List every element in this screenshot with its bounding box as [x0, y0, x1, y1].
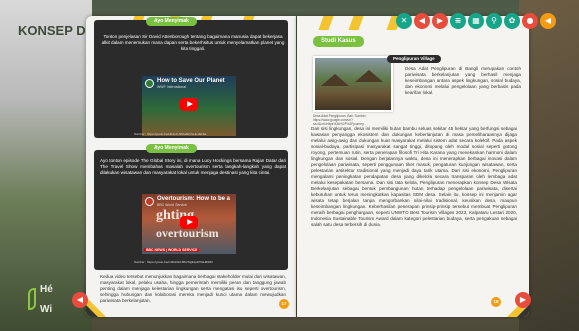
ayo-menyimak-badge-2: Ayo Menyimak [146, 144, 197, 153]
conclusion-text: Kedua video tersebut menunjukkan bagaima… [100, 274, 286, 303]
video-panel-2-text: Ayo tonton episode The Global Story ini,… [100, 158, 286, 175]
book-page-right: Studi Kasus Desa Adat Penglipuran, Bali.… [297, 16, 529, 317]
logo-text-1: Hé [40, 284, 53, 295]
sound-icon[interactable]: ◀ [540, 13, 556, 29]
case-main-text: Dari sisi lingkungan, desa ini memiliki … [311, 126, 517, 227]
play-icon[interactable] [180, 98, 198, 111]
video-title-1: How to Save Our Planet [157, 78, 225, 84]
video-player-2[interactable]: Overtourism: How to be a BBC World Servi… [142, 194, 236, 254]
photo-caption: Desa Adat Penglipuran, Bali. Sumber: htt… [313, 114, 367, 126]
video-source-2: Sumber : https://youtu.be/m4KdGFLB6VNg3d… [134, 260, 213, 264]
next-page-arrow-icon[interactable]: ▶ [515, 292, 531, 308]
channel-avatar-icon [145, 197, 154, 206]
corner-decor [86, 305, 98, 317]
video-channel-1: WWF International [157, 85, 186, 89]
video-panel-1-text: Tonton penjelasan Sir David Attenborough… [101, 34, 285, 51]
case-intro-text: Desa Adat Penglipuran di Bangli merupaka… [405, 66, 521, 95]
play-icon[interactable] [180, 216, 198, 229]
channel-avatar-icon [145, 79, 154, 88]
book-page-left: Tonton penjelasan Sir David Attenborough… [86, 16, 296, 317]
page-tab-decor [348, 16, 364, 30]
page-tab-decor [318, 16, 334, 30]
studi-kasus-badge: Studi Kasus [313, 36, 364, 47]
page-number-right: 18 [491, 297, 501, 307]
video-channel-2: BBC World Service [157, 203, 187, 207]
video-player-1[interactable]: How to Save Our Planet WWF International [142, 76, 236, 136]
prev-icon[interactable]: ◀ [414, 13, 430, 29]
ayo-menyimak-badge-1: Ayo Menyimak [146, 17, 197, 26]
prev-page-arrow-icon[interactable]: ◀ [72, 292, 88, 308]
settings-icon[interactable]: ✿ [504, 13, 520, 29]
leaf-icon [28, 288, 36, 310]
close-icon[interactable]: ✕ [396, 13, 412, 29]
next-icon[interactable]: ▶ [432, 13, 448, 29]
village-name-badge: Penglipuran Village [387, 55, 441, 63]
roof-decor [355, 70, 383, 82]
news-tag: BBC NEWS | WORLD SERVICE [144, 248, 200, 252]
background-logo: Hé Wi [28, 282, 68, 320]
video-source-1: Sumber : https://youtu.be/HF4oO-NfUaR2Vw… [134, 132, 207, 136]
video-title-2: Overtourism: How to be a [157, 196, 231, 202]
record-icon[interactable]: ● [522, 13, 538, 29]
menu-icon[interactable]: ≡ [450, 13, 466, 29]
roof-decor [321, 74, 349, 86]
grid-icon[interactable]: ▦ [468, 13, 484, 29]
village-photo [313, 56, 393, 112]
zoom-icon[interactable]: ⚲ [486, 13, 502, 29]
page-number-left: 17 [279, 299, 289, 309]
video-panel-2: Ayo tonton episode The Global Story ini,… [94, 150, 288, 270]
video-panel-1: Tonton penjelasan Sir David Attenborough… [94, 20, 288, 138]
flipbook-toolbar: ✕ ◀ ▶ ≡ ▦ ⚲ ✿ ● ◀ [396, 13, 556, 29]
logo-text-2: Wi [40, 304, 53, 315]
